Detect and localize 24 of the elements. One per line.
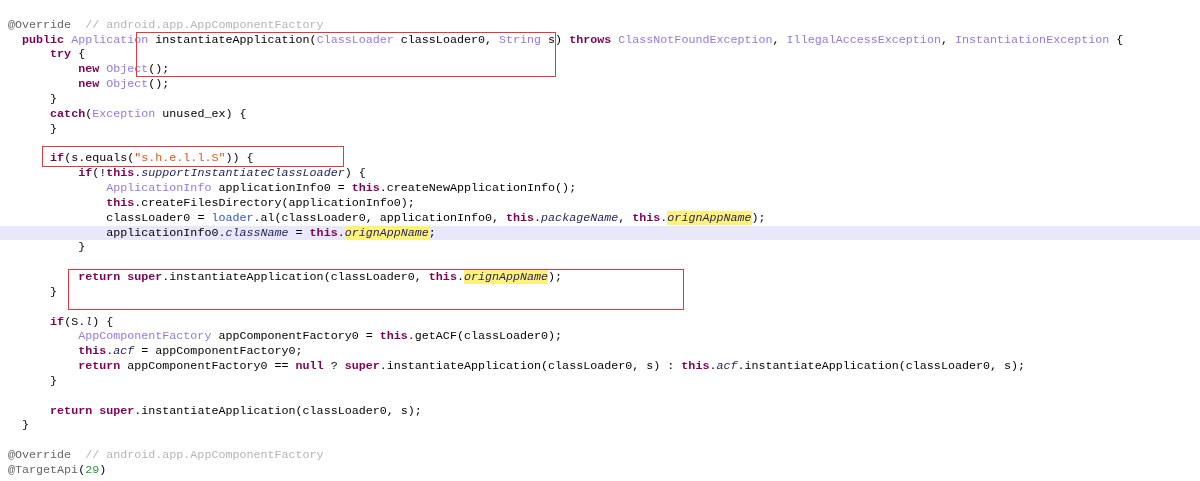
code-line: new Object(); xyxy=(78,77,170,92)
code-line: if(!this.supportInstantiateClassLoader) { xyxy=(78,166,366,181)
code-line: if(s.equals("s.h.e.l.l.S")) { xyxy=(50,151,254,166)
code-line: applicationInfo0.className = this.orignAppName; xyxy=(106,225,436,240)
code-line: this.createFilesDirectory(applicationInfo0); xyxy=(106,195,415,210)
code-line: @Override // android.app.AppComponentFactory xyxy=(8,448,324,463)
code-line: return super.instantiateApplication(classLoader0, s); xyxy=(50,403,422,418)
code-line: @TargetApi(29) xyxy=(8,463,107,477)
code-line: } xyxy=(78,240,86,255)
code-line: } xyxy=(22,418,30,433)
code-line: } xyxy=(50,91,58,106)
code-line: } xyxy=(50,121,58,136)
code-line: } xyxy=(50,373,58,388)
code-line: catch(Exception unused_ex) { xyxy=(50,106,247,121)
code-line: if(S.l) { xyxy=(50,314,114,329)
code-line: ApplicationInfo applicationInfo0 = this.createNewApplicationInfo(); xyxy=(106,180,577,195)
code-line: return appComponentFactory0 == null ? super.instantiateApplication(classLoader0, s) : this.acf.instantiateApplication(classLoader0, s); xyxy=(78,359,1026,374)
code-line: } xyxy=(50,284,58,299)
code-line: AppComponentFactory appComponentFactory0 = this.getACF(classLoader0); xyxy=(78,329,563,344)
code-line: @Override // android.app.AppComponentFactory xyxy=(8,17,324,32)
code-line: try { xyxy=(50,47,86,62)
code-line: this.acf = appComponentFactory0; xyxy=(78,344,303,359)
code-line: return super.instantiateApplication(classLoader0, this.orignAppName); xyxy=(78,270,563,285)
code-line: classLoader0 = loader.al(classLoader0, applicationInfo0, this.packageName, this.orignAppName); xyxy=(106,210,766,225)
